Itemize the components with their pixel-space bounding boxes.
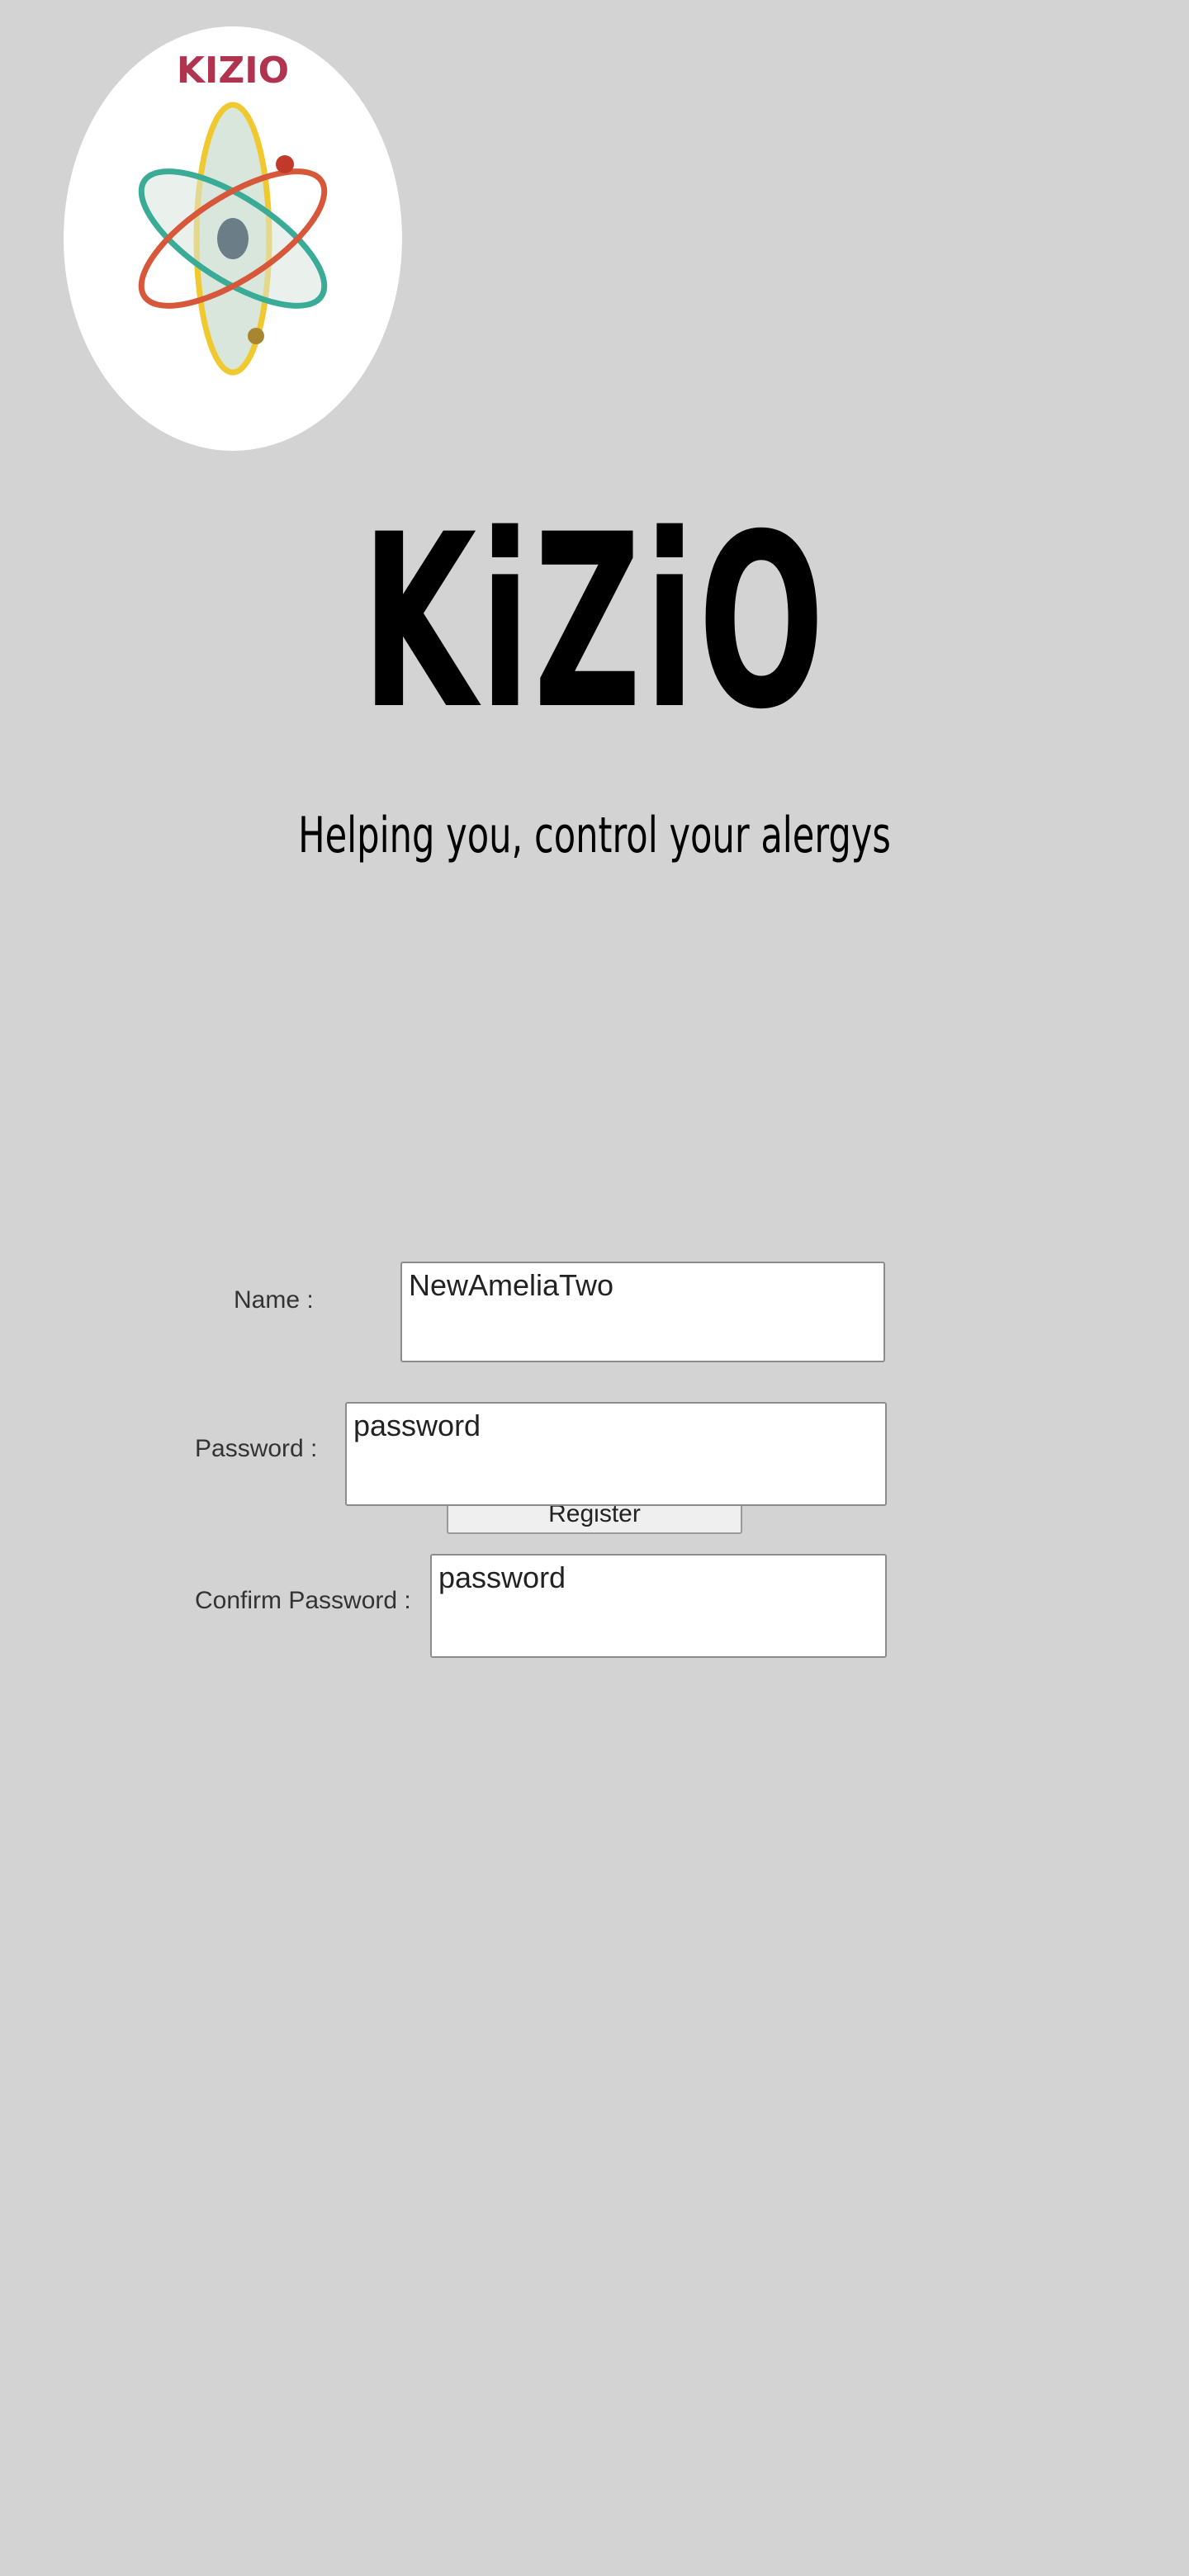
confirm-password-label: Confirm Password : bbox=[195, 1587, 411, 1614]
password-label: Password : bbox=[195, 1435, 318, 1462]
tagline: Helping you, control your alergys bbox=[298, 807, 891, 864]
name-label: Name : bbox=[234, 1286, 314, 1314]
atom-logo-icon: KIZIO bbox=[64, 26, 402, 451]
confirm-password-input[interactable]: password bbox=[430, 1554, 887, 1658]
electron-red bbox=[276, 155, 294, 173]
logo-text: KIZIO bbox=[177, 50, 289, 92]
password-input[interactable]: password bbox=[345, 1402, 887, 1506]
kizio-logo: KIZIO bbox=[64, 26, 402, 451]
name-input[interactable]: NewAmeliaTwo bbox=[400, 1262, 885, 1362]
nucleus bbox=[217, 218, 249, 259]
electron-gold bbox=[248, 328, 264, 344]
brand-title: KiZiO bbox=[361, 484, 828, 762]
